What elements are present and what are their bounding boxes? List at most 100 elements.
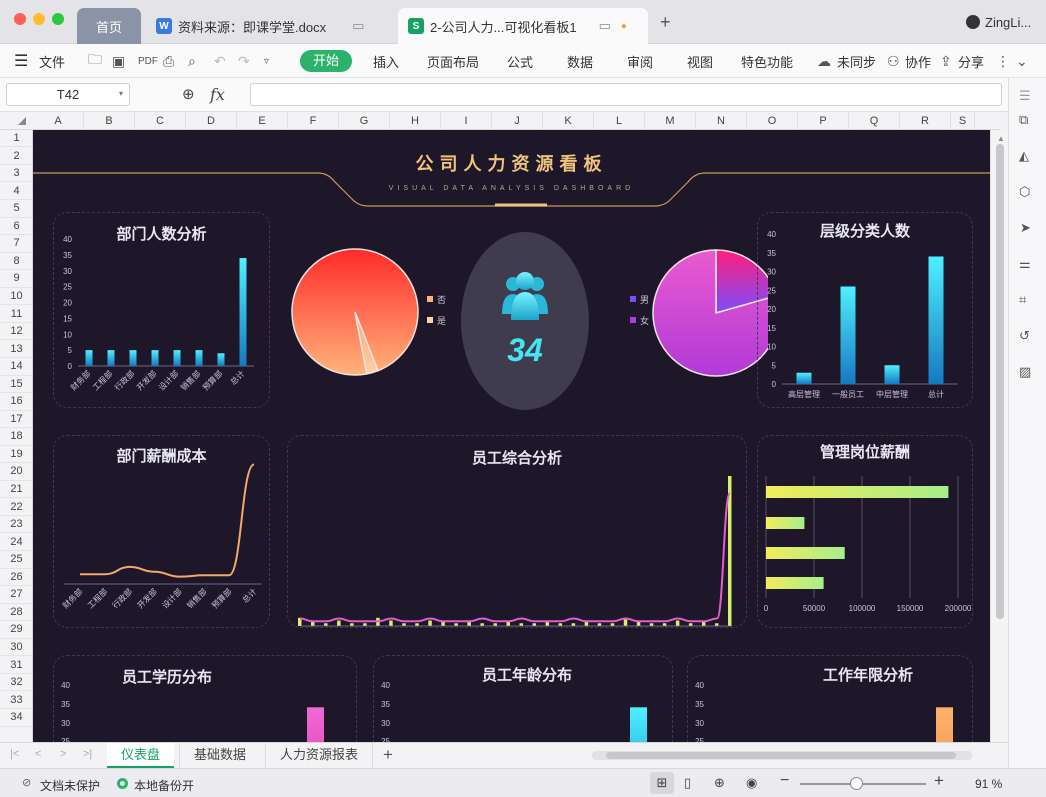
zoom-in-icon[interactable]: + [934,771,944,791]
protect-status[interactable]: 文档未保护 [40,777,100,794]
row-header[interactable]: 9 [0,270,33,288]
row-header[interactable]: 17 [0,411,33,429]
column-header[interactable]: M [645,112,696,130]
style-icon[interactable]: ◭ [1019,148,1029,164]
page-view-icon[interactable]: ▯ [684,775,691,791]
user-name[interactable]: ZingLi... [985,15,1031,30]
row-header[interactable]: 21 [0,481,33,499]
column-header[interactable]: L [594,112,645,130]
tab-formula[interactable]: 公式 [507,44,533,78]
prev-sheet-icon[interactable]: < [35,748,41,760]
zoom-search-icon[interactable]: ⊕ [182,85,195,103]
row-header[interactable]: 3 [0,165,33,183]
collapse-panel-icon[interactable]: ☰ [1019,88,1031,104]
save-icon[interactable]: ▣ [112,44,125,78]
minimize-window-icon[interactable] [33,13,45,25]
history-icon[interactable]: ↺ [1019,328,1030,344]
row-header[interactable]: 16 [0,393,33,411]
first-sheet-icon[interactable]: |< [10,748,19,760]
tab-review[interactable]: 审阅 [627,44,653,78]
scroll-up-icon[interactable]: ▲ [997,134,1005,143]
sheet-tab-base-data[interactable]: 基础数据 [179,743,260,768]
row-header[interactable]: 19 [0,446,33,464]
sheet-tab-hr-report[interactable]: 人力资源报表 [265,743,374,768]
last-sheet-icon[interactable]: >| [83,748,92,760]
tab-sheet-active[interactable]: S 2-公司人力...可视化看板1 ▭ ● [398,8,648,44]
row-header[interactable]: 20 [0,463,33,481]
row-header[interactable]: 4 [0,183,33,201]
shapes-icon[interactable]: ⧉ [1019,112,1028,128]
collab-button[interactable]: 协作 [905,44,931,78]
column-header[interactable]: R [900,112,951,130]
tab-data[interactable]: 数据 [567,44,593,78]
row-header[interactable]: 7 [0,235,33,253]
share-button[interactable]: 分享 [958,44,984,78]
add-sheet-icon[interactable]: + [383,745,393,765]
zoom-slider[interactable] [800,777,926,790]
row-header[interactable]: 6 [0,218,33,236]
select-all-corner[interactable] [18,117,26,125]
row-header[interactable]: 34 [0,709,33,727]
column-header[interactable]: B [84,112,135,130]
row-header[interactable]: 23 [0,516,33,534]
column-header[interactable]: D [186,112,237,130]
zoom-level[interactable]: 91 % [975,777,1002,791]
column-header[interactable]: S [951,112,975,130]
column-header[interactable]: C [135,112,186,130]
next-sheet-icon[interactable]: > [60,748,66,760]
function-icon[interactable]: fx [210,85,225,104]
undo-icon[interactable]: ↶ [214,44,226,78]
row-header[interactable]: 1 [0,130,33,148]
vertical-scrollbar[interactable]: ▲ [990,130,1008,742]
crop-icon[interactable]: ⌗ [1019,292,1026,308]
normal-view-icon[interactable]: ⊞ [650,772,674,794]
column-header[interactable]: I [441,112,492,130]
column-header[interactable]: O [747,112,798,130]
more-icon[interactable]: ⋮ [996,44,1010,78]
formula-input[interactable] [250,83,1002,106]
row-header[interactable]: 18 [0,428,33,446]
pdf-icon[interactable]: PDF [138,44,158,78]
tab-insert[interactable]: 插入 [373,44,399,78]
column-header[interactable]: A [33,112,84,130]
zoom-window-icon[interactable] [52,13,64,25]
cell-reference-box[interactable]: T42 [6,83,130,106]
hexagon-icon[interactable]: ⬡ [1019,184,1030,200]
tab-docx[interactable]: W 资料来源：即课学堂.docx ▭ [146,8,396,44]
print-icon[interactable]: ⎙ [163,44,174,78]
page-break-icon[interactable]: ⊕ [714,775,725,791]
file-menu[interactable]: 文件 [39,44,65,78]
column-header[interactable]: H [390,112,441,130]
scroll-thumb[interactable] [996,144,1004,619]
tab-page-layout[interactable]: 页面布局 [427,44,479,78]
backup-status[interactable]: 本地备份开 [134,777,194,794]
column-header[interactable]: K [543,112,594,130]
column-header[interactable]: N [696,112,747,130]
row-header[interactable]: 2 [0,148,33,165]
redo-icon[interactable]: ↷ [238,44,250,78]
eye-icon[interactable]: ◉ [746,775,757,791]
tab-features[interactable]: 特色功能 [741,44,793,78]
row-header[interactable]: 8 [0,253,33,271]
row-header[interactable]: 12 [0,323,33,341]
cursor-icon[interactable]: ➤ [1020,220,1031,236]
column-header[interactable]: J [492,112,543,130]
zoom-out-icon[interactable]: − [780,772,789,790]
row-header[interactable]: 27 [0,586,33,604]
chevron-down-icon[interactable]: ▾ [119,89,123,98]
tab-home[interactable]: 首页 [77,8,141,44]
horizontal-scrollbar[interactable] [592,751,972,760]
row-header[interactable]: 5 [0,200,33,218]
tab-view[interactable]: 视图 [687,44,713,78]
row-header[interactable]: 28 [0,604,33,622]
screen-icon[interactable]: ▭ [352,18,364,34]
row-header[interactable]: 10 [0,288,33,306]
row-header[interactable]: 13 [0,341,33,358]
row-header[interactable]: 25 [0,551,33,569]
preview-icon[interactable]: ⌕ [188,44,196,78]
row-header[interactable]: 29 [0,621,33,639]
collapse-chevron-icon[interactable]: ⌄ [1016,44,1028,78]
row-header[interactable]: 22 [0,499,33,516]
column-header[interactable]: E [237,112,288,130]
row-header[interactable]: 32 [0,674,33,692]
